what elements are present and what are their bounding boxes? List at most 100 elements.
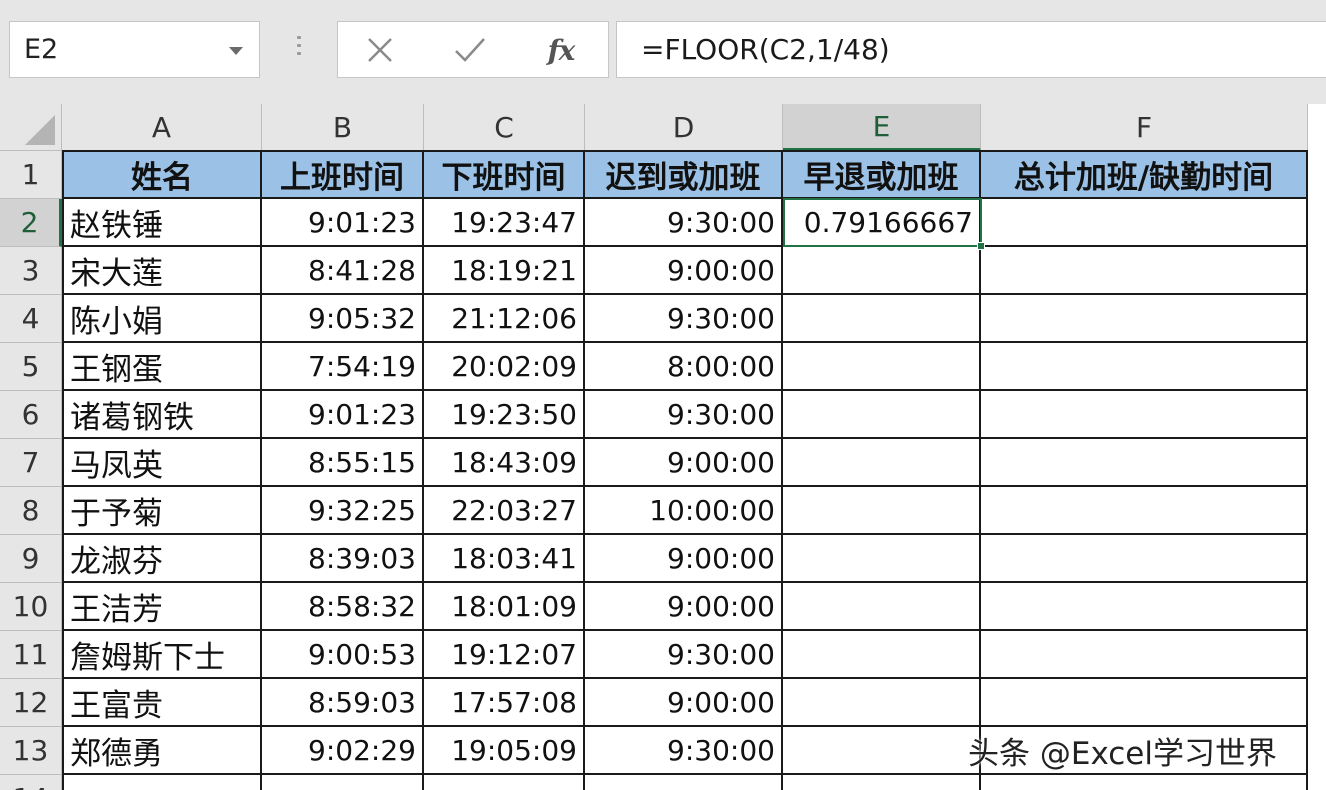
cell-d2[interactable]: 9:30:00 bbox=[585, 199, 783, 247]
cell-e14[interactable] bbox=[783, 775, 981, 790]
cell-b6[interactable]: 9:01:23 bbox=[262, 391, 424, 439]
cell-b10[interactable]: 8:58:32 bbox=[262, 583, 424, 631]
cell-a6[interactable]: 诸葛钢铁 bbox=[62, 391, 262, 439]
cell-e7[interactable] bbox=[783, 439, 981, 487]
cell-b13[interactable]: 9:02:29 bbox=[262, 727, 424, 775]
cell-c7[interactable]: 18:43:09 bbox=[424, 439, 585, 487]
cell-e4[interactable] bbox=[783, 295, 981, 343]
column-title-c[interactable]: 下班时间 bbox=[424, 150, 585, 199]
cell-a13[interactable]: 郑德勇 bbox=[62, 727, 262, 775]
cell-e3[interactable] bbox=[783, 247, 981, 295]
cell-d3[interactable]: 9:00:00 bbox=[585, 247, 783, 295]
cell-c9[interactable]: 18:03:41 bbox=[424, 535, 585, 583]
select-all-button[interactable] bbox=[0, 104, 62, 151]
cell-b7[interactable]: 8:55:15 bbox=[262, 439, 424, 487]
cell-e8[interactable] bbox=[783, 487, 981, 535]
cell-a5[interactable]: 王钢蛋 bbox=[62, 343, 262, 391]
row-header-8[interactable]: 8 bbox=[0, 487, 62, 535]
column-header-d[interactable]: D bbox=[585, 104, 783, 151]
cell-b3[interactable]: 8:41:28 bbox=[262, 247, 424, 295]
column-header-a[interactable]: A bbox=[62, 104, 262, 151]
cell-a10[interactable]: 王洁芳 bbox=[62, 583, 262, 631]
row-header-11[interactable]: 11 bbox=[0, 631, 62, 679]
cell-a2[interactable]: 赵铁锤 bbox=[62, 199, 262, 247]
cell-c14[interactable] bbox=[424, 775, 585, 790]
enter-button[interactable] bbox=[450, 30, 490, 70]
cell-f3[interactable] bbox=[981, 247, 1308, 295]
cell-e11[interactable] bbox=[783, 631, 981, 679]
cell-b9[interactable]: 8:39:03 bbox=[262, 535, 424, 583]
cell-c8[interactable]: 22:03:27 bbox=[424, 487, 585, 535]
cell-d4[interactable]: 9:30:00 bbox=[585, 295, 783, 343]
row-header-2[interactable]: 2 bbox=[0, 199, 62, 247]
cell-b4[interactable]: 9:05:32 bbox=[262, 295, 424, 343]
row-header-6[interactable]: 6 bbox=[0, 391, 62, 439]
cell-f6[interactable] bbox=[981, 391, 1308, 439]
cell-d11[interactable]: 9:30:00 bbox=[585, 631, 783, 679]
row-header-14[interactable]: 14 bbox=[0, 775, 62, 790]
row-header-4[interactable]: 4 bbox=[0, 295, 62, 343]
cell-d12[interactable]: 9:00:00 bbox=[585, 679, 783, 727]
column-header-f[interactable]: F bbox=[981, 104, 1308, 151]
name-box[interactable]: E2 bbox=[9, 21, 260, 78]
cell-b8[interactable]: 9:32:25 bbox=[262, 487, 424, 535]
formula-input[interactable]: =FLOOR(C2,1/48) bbox=[616, 21, 1326, 78]
cell-e13[interactable] bbox=[783, 727, 981, 775]
column-title-e[interactable]: 早退或加班 bbox=[783, 150, 981, 199]
cell-e9[interactable] bbox=[783, 535, 981, 583]
cell-f2[interactable] bbox=[981, 199, 1308, 247]
column-title-d[interactable]: 迟到或加班 bbox=[585, 150, 783, 199]
cell-d7[interactable]: 9:00:00 bbox=[585, 439, 783, 487]
chevron-down-icon[interactable] bbox=[229, 47, 243, 55]
cell-f4[interactable] bbox=[981, 295, 1308, 343]
cell-f7[interactable] bbox=[981, 439, 1308, 487]
cell-a14[interactable] bbox=[62, 775, 262, 790]
row-header-12[interactable]: 12 bbox=[0, 679, 62, 727]
column-title-f[interactable]: 总计加班/缺勤时间 bbox=[981, 150, 1308, 199]
cell-c10[interactable]: 18:01:09 bbox=[424, 583, 585, 631]
cell-b12[interactable]: 8:59:03 bbox=[262, 679, 424, 727]
cell-b5[interactable]: 7:54:19 bbox=[262, 343, 424, 391]
cell-c11[interactable]: 19:12:07 bbox=[424, 631, 585, 679]
row-header-13[interactable]: 13 bbox=[0, 727, 62, 775]
cell-f12[interactable] bbox=[981, 679, 1308, 727]
cell-a3[interactable]: 宋大莲 bbox=[62, 247, 262, 295]
cell-c6[interactable]: 19:23:50 bbox=[424, 391, 585, 439]
cell-f9[interactable] bbox=[981, 535, 1308, 583]
row-header-1[interactable]: 1 bbox=[0, 151, 62, 199]
cell-f5[interactable] bbox=[981, 343, 1308, 391]
cell-b2[interactable]: 9:01:23 bbox=[262, 199, 424, 247]
row-header-9[interactable]: 9 bbox=[0, 535, 62, 583]
cell-c12[interactable]: 17:57:08 bbox=[424, 679, 585, 727]
cell-f14[interactable] bbox=[981, 775, 1308, 790]
cell-e2[interactable]: 0.79166667 bbox=[783, 199, 981, 247]
cell-d5[interactable]: 8:00:00 bbox=[585, 343, 783, 391]
cell-a4[interactable]: 陈小娟 bbox=[62, 295, 262, 343]
cell-f8[interactable] bbox=[981, 487, 1308, 535]
cell-d13[interactable]: 9:30:00 bbox=[585, 727, 783, 775]
cell-a8[interactable]: 于予菊 bbox=[62, 487, 262, 535]
cell-d6[interactable]: 9:30:00 bbox=[585, 391, 783, 439]
row-header-5[interactable]: 5 bbox=[0, 343, 62, 391]
cell-c13[interactable]: 19:05:09 bbox=[424, 727, 585, 775]
column-header-c[interactable]: C bbox=[424, 104, 585, 151]
cell-a7[interactable]: 马凤英 bbox=[62, 439, 262, 487]
cell-e10[interactable] bbox=[783, 583, 981, 631]
row-header-10[interactable]: 10 bbox=[0, 583, 62, 631]
cell-f11[interactable] bbox=[981, 631, 1308, 679]
cell-a9[interactable]: 龙淑芬 bbox=[62, 535, 262, 583]
cell-c3[interactable]: 18:19:21 bbox=[424, 247, 585, 295]
fill-handle[interactable] bbox=[977, 242, 985, 250]
cell-a12[interactable]: 王富贵 bbox=[62, 679, 262, 727]
cell-c4[interactable]: 21:12:06 bbox=[424, 295, 585, 343]
cell-d10[interactable]: 9:00:00 bbox=[585, 583, 783, 631]
insert-function-button[interactable]: fx bbox=[541, 30, 581, 70]
cell-e6[interactable] bbox=[783, 391, 981, 439]
cell-d9[interactable]: 9:00:00 bbox=[585, 535, 783, 583]
cell-b14[interactable] bbox=[262, 775, 424, 790]
cell-c5[interactable]: 20:02:09 bbox=[424, 343, 585, 391]
column-title-b[interactable]: 上班时间 bbox=[262, 150, 424, 199]
drag-handle-icon[interactable] bbox=[296, 36, 302, 64]
cell-a11[interactable]: 詹姆斯下士 bbox=[62, 631, 262, 679]
cell-d8[interactable]: 10:00:00 bbox=[585, 487, 783, 535]
